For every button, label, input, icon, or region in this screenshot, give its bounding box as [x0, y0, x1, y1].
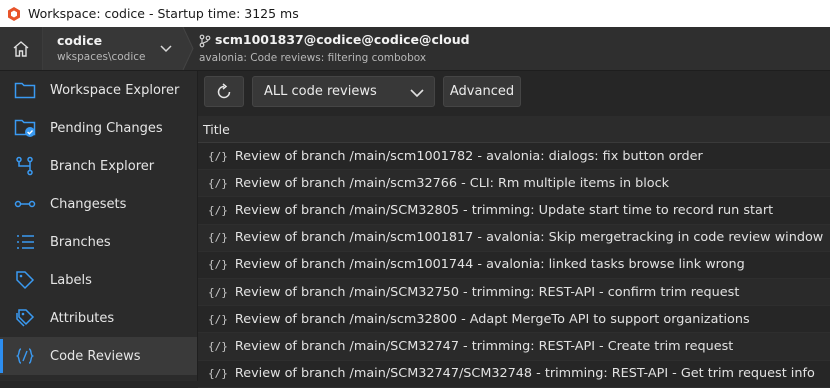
branches-list-icon — [13, 230, 37, 254]
advanced-button[interactable]: Advanced — [443, 76, 521, 107]
workspace-name: codice — [57, 33, 103, 48]
home-button[interactable] — [0, 27, 43, 70]
table-row[interactable]: {/} Review of branch /main/SCM32750 - tri… — [198, 278, 830, 307]
row-title: Review of branch /main/scm1001817 - aval… — [234, 230, 824, 246]
row-title: Review of branch /main/scm1001782 - aval… — [234, 148, 703, 164]
sidebar-item-label: Code Reviews — [50, 348, 141, 364]
code-review-icon: {/} — [208, 149, 228, 163]
attributes-icon — [13, 306, 37, 330]
filter-combobox[interactable]: ALL code reviews — [252, 76, 435, 107]
sidebar-item-changesets[interactable]: Changesets — [0, 185, 197, 223]
sidebar-item-label: Labels — [50, 272, 92, 288]
row-title: Review of branch /main/scm32800 - Adapt … — [234, 311, 750, 327]
chevron-down-icon — [410, 89, 424, 98]
code-review-icon: {/} — [208, 312, 228, 326]
sidebar-item-workspace-explorer[interactable]: Workspace Explorer — [0, 71, 197, 109]
code-review-icon: {/} — [208, 339, 228, 353]
sidebar-item-attributes[interactable]: Attributes — [0, 299, 197, 337]
workspace-selector[interactable]: codice wkspaces\codice — [43, 27, 183, 70]
app-logo-icon — [6, 6, 22, 22]
row-title: Review of branch /main/scm32766 - CLI: R… — [234, 175, 670, 191]
breadcrumb-separator-icon — [182, 27, 194, 70]
code-review-icon: {/} — [208, 231, 228, 245]
table-row[interactable]: {/} Review of branch /main/SCM32747 - tri… — [198, 333, 830, 361]
table-header: Title — [198, 116, 830, 143]
window-titlebar: Workspace: codice - Startup time: 3125 m… — [0, 0, 830, 27]
sidebar-item-branches[interactable]: Branches — [0, 223, 197, 261]
refresh-icon — [217, 82, 231, 98]
branch-explorer-icon — [13, 154, 37, 178]
home-icon — [13, 40, 29, 57]
row-title: Review of branch /main/SCM32747/SCM32748… — [234, 366, 815, 382]
code-review-icon: {/} — [208, 367, 228, 381]
table-row[interactable]: {/} Review of branch /main/SCM32747/SCM32… — [198, 361, 830, 388]
branch-icon — [199, 34, 211, 48]
code-review-list: {/} Review of branch /main/scm1001782 - a… — [198, 143, 830, 388]
sidebar-item-code-reviews[interactable]: Code Reviews — [0, 337, 197, 375]
toolbar: ALL code reviews Advanced — [198, 71, 830, 115]
code-review-icon — [13, 344, 37, 368]
table-row[interactable]: {/} Review of branch /main/scm32766 - CLI… — [198, 170, 830, 198]
top-header: codice wkspaces\codice scm1001837@codice… — [0, 27, 830, 71]
sidebar-item-label: Branches — [50, 234, 111, 250]
window-title: Workspace: codice - Startup time: 3125 m… — [28, 6, 299, 21]
changeset-icon — [13, 192, 37, 216]
table-row[interactable]: {/} Review of branch /main/scm1001744 - a… — [198, 252, 830, 279]
code-review-icon: {/} — [208, 176, 228, 190]
label-icon — [13, 268, 37, 292]
sidebar-item-branch-explorer[interactable]: Branch Explorer — [0, 147, 197, 185]
table-row[interactable]: {/} Review of branch /main/scm1001817 - a… — [198, 224, 830, 252]
code-reviews-panel: ALL code reviews Advanced Title {/} Revie… — [198, 71, 830, 388]
sidebar-item-labels[interactable]: Labels — [0, 261, 197, 299]
table-row[interactable]: {/} Review of branch /main/scm32800 - Ada… — [198, 306, 830, 334]
code-review-icon: {/} — [208, 258, 228, 272]
workspace-path: wkspaces\codice — [57, 51, 146, 63]
filter-selected-value: ALL code reviews — [264, 84, 377, 99]
sidebar: Workspace Explorer Pending Changes Branc… — [0, 71, 198, 381]
advanced-button-label: Advanced — [449, 84, 515, 99]
refresh-button[interactable] — [204, 76, 244, 107]
repository-subtitle: avalonia: Code reviews: filtering combob… — [199, 52, 427, 64]
row-title: Review of branch /main/SCM32747 - trimmi… — [234, 338, 734, 354]
row-title: Review of branch /main/SCM32750 - trimmi… — [234, 284, 740, 300]
sidebar-item-label: Workspace Explorer — [50, 82, 180, 98]
sidebar-item-label: Changesets — [50, 196, 127, 212]
chevron-down-icon — [160, 45, 172, 53]
code-review-icon: {/} — [208, 203, 228, 217]
sidebar-item-label: Branch Explorer — [50, 158, 155, 174]
table-row[interactable]: {/} Review of branch /main/SCM32805 - tri… — [198, 197, 830, 225]
sidebar-item-pending-changes[interactable]: Pending Changes — [0, 109, 197, 147]
repository-title: scm1001837@codice@codice@cloud — [215, 32, 470, 47]
pending-changes-icon — [13, 116, 37, 140]
sidebar-item-label: Attributes — [50, 310, 115, 326]
sidebar-item-label: Pending Changes — [50, 120, 163, 136]
code-review-icon: {/} — [208, 285, 228, 299]
row-title: Review of branch /main/SCM32805 - trimmi… — [234, 202, 774, 218]
column-header-title[interactable]: Title — [203, 122, 230, 137]
table-row[interactable]: {/} Review of branch /main/scm1001782 - a… — [198, 143, 830, 171]
row-title: Review of branch /main/scm1001744 - aval… — [234, 257, 745, 273]
folder-icon — [13, 78, 37, 102]
